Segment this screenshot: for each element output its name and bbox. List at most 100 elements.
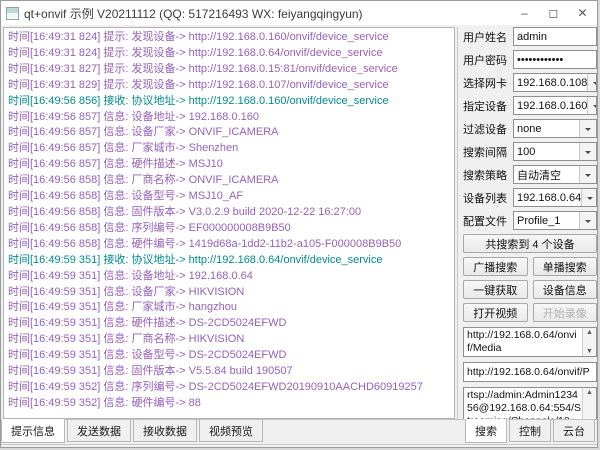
start-record-button[interactable]: 开始录像 (533, 303, 598, 322)
search-count-button[interactable]: 共搜索到 4 个设备 (463, 234, 597, 253)
media-url-text: http://192.168.0.64/onvif/Media (464, 328, 583, 355)
sidebar: 用户姓名 admin 用户密码 •••••••••••• 选择网卡 192.16… (463, 27, 597, 419)
ptz-url-text: http://192.168.0.64/onvif/PTZ (464, 363, 596, 382)
log-panel[interactable]: 时间[16:49:31 824] 提示: 发现设备-> http://192.1… (3, 27, 455, 419)
window-controls: – ◻ ✕ (510, 1, 597, 25)
form-row: 过滤设备 none (463, 119, 597, 138)
broadcast-search-button[interactable]: 广播搜索 (463, 257, 528, 276)
field-label: 过滤设备 (463, 121, 513, 137)
chevron-down-icon[interactable] (587, 97, 597, 114)
unicast-search-button[interactable]: 单播搜索 (533, 257, 598, 276)
field-label: 指定设备 (463, 98, 513, 114)
tab-receive-data[interactable]: 接收数据 (133, 420, 197, 442)
field-label: 搜索策略 (463, 167, 513, 183)
device-info-button[interactable]: 设备信息 (533, 280, 598, 299)
log-line: 时间[16:49:59 351] 信息: 厂商名称-> HIKVISION (8, 332, 454, 348)
main-area: 时间[16:49:31 824] 提示: 发现设备-> http://192.1… (1, 25, 597, 421)
tab-send-data[interactable]: 发送数据 (67, 420, 131, 442)
field-value: Profile_1 (514, 215, 579, 227)
search-interval-select[interactable]: 100 (513, 142, 597, 161)
media-url-box[interactable]: http://192.168.0.64/onvif/Media ▲ ▼ (463, 327, 597, 357)
form-fields: 用户姓名 admin 用户密码 •••••••••••• 选择网卡 192.16… (463, 27, 597, 234)
log-line: 时间[16:49:56 858] 信息: 序列编号-> EF000000008B… (8, 221, 454, 237)
field-label: 选择网卡 (463, 75, 513, 91)
log-line: 时间[16:49:59 351] 信息: 硬件描述-> DS-2CD5024EF… (8, 316, 454, 332)
form-row: 选择网卡 192.168.0.108 (463, 73, 597, 92)
field-value: •••••••••••• (514, 54, 596, 66)
field-value: 192.168.0.160 (514, 100, 587, 112)
profile-select[interactable]: Profile_1 (513, 211, 597, 230)
chevron-down-icon[interactable] (579, 143, 596, 160)
scroll-up-icon[interactable]: ▲ (586, 388, 593, 397)
device-list-select[interactable]: 192.168.0.64 (513, 188, 597, 207)
log-line: 时间[16:49:59 352] 信息: 序列编号-> DS-2CD5024EF… (8, 380, 454, 396)
minimize-icon[interactable]: – (510, 1, 539, 25)
chevron-down-icon[interactable] (579, 120, 596, 137)
field-value: 100 (514, 146, 579, 158)
tab-ptz[interactable]: 云台 (553, 420, 595, 442)
one-key-get-button[interactable]: 一键获取 (463, 280, 528, 299)
search-policy-select[interactable]: 自动清空 (513, 165, 597, 184)
tab-video-preview[interactable]: 视频预览 (199, 420, 263, 442)
log-line: 时间[16:49:31 829] 提示: 发现设备-> http://192.1… (8, 78, 454, 94)
log-line: 时间[16:49:56 858] 信息: 厂商名称-> ONVIF_ICAMER… (8, 173, 454, 189)
chevron-down-icon[interactable] (579, 166, 596, 183)
app-icon (6, 7, 19, 20)
chevron-down-icon[interactable] (587, 74, 597, 91)
app-window: qt+onvif 示例 V20211112 (QQ: 517216493 WX:… (0, 0, 598, 448)
splitter-handle[interactable] (457, 27, 462, 419)
chevron-down-icon[interactable] (579, 212, 596, 229)
target-device-select[interactable]: 192.168.0.160 (513, 96, 597, 115)
network-card-select[interactable]: 192.168.0.108 (513, 73, 597, 92)
field-value: 自动清空 (514, 167, 579, 183)
window-title: qt+onvif 示例 V20211112 (QQ: 517216493 WX:… (24, 5, 510, 22)
field-value: 192.168.0.108 (514, 77, 587, 89)
field-label: 用户密码 (463, 52, 513, 68)
form-row: 搜索间隔 100 (463, 142, 597, 161)
log-line: 时间[16:49:56 857] 信息: 设备厂家-> ONVIF_ICAMER… (8, 125, 454, 141)
scroll-down-icon[interactable]: ▼ (586, 347, 593, 356)
field-label: 搜索间隔 (463, 144, 513, 160)
log-line: 时间[16:49:31 824] 提示: 发现设备-> http://192.1… (8, 30, 454, 46)
action-buttons: 广播搜索单播搜索一键获取设备信息打开视频开始录像 (463, 257, 597, 322)
form-row: 搜索策略 自动清空 (463, 165, 597, 184)
bottom-divider (1, 444, 597, 445)
ptz-url-box[interactable]: http://192.168.0.64/onvif/PTZ (463, 362, 597, 382)
log-line: 时间[16:49:56 857] 信息: 硬件描述-> MSJ10 (8, 157, 454, 173)
field-value: 192.168.0.64 (514, 192, 581, 204)
field-label: 配置文件 (463, 213, 513, 229)
tab-control[interactable]: 控制 (509, 420, 551, 442)
field-label: 用户姓名 (463, 29, 513, 45)
chevron-down-icon[interactable] (581, 189, 597, 206)
media-url-scrollbar[interactable]: ▲ ▼ (582, 328, 596, 356)
form-row: 配置文件 Profile_1 (463, 211, 597, 230)
log-line: 时间[16:49:59 351] 信息: 厂家城市-> hangzhou (8, 300, 454, 316)
close-icon[interactable]: ✕ (568, 1, 597, 25)
log-line: 时间[16:49:56 857] 信息: 设备地址-> 192.168.0.16… (8, 110, 454, 126)
log-line: 时间[16:49:59 351] 信息: 设备型号-> DS-2CD5024EF… (8, 348, 454, 364)
field-value: admin (514, 31, 596, 43)
log-line: 时间[16:49:56 858] 信息: 设备型号-> MSJ10_AF (8, 189, 454, 205)
password-input[interactable]: •••••••••••• (513, 50, 597, 69)
log-line: 时间[16:49:59 351] 信息: 设备厂家-> HIKVISION (8, 285, 454, 301)
open-video-button[interactable]: 打开视频 (463, 303, 528, 322)
field-label: 设备列表 (463, 190, 513, 206)
field-value: none (514, 123, 579, 135)
log-line: 时间[16:49:59 351] 接收: 协议地址-> http://192.1… (8, 253, 454, 269)
log-line: 时间[16:49:56 857] 信息: 厂家城市-> Shenzhen (8, 141, 454, 157)
maximize-icon[interactable]: ◻ (539, 1, 568, 25)
log-line: 时间[16:49:56 858] 信息: 硬件编号-> 1419d68a-1dd… (8, 237, 454, 253)
log-line: 时间[16:49:56 858] 信息: 固件版本-> V3.0.2.9 bui… (8, 205, 454, 221)
filter-device-select[interactable]: none (513, 119, 597, 138)
log-line: 时间[16:49:59 352] 信息: 硬件编号-> 88 (8, 396, 454, 412)
tab-tip-info[interactable]: 提示信息 (1, 419, 65, 443)
tab-search[interactable]: 搜索 (465, 419, 507, 443)
log-line: 时间[16:49:56 856] 接收: 协议地址-> http://192.1… (8, 94, 454, 110)
log-line: 时间[16:49:31 824] 提示: 发现设备-> http://192.1… (8, 46, 454, 62)
username-input[interactable]: admin (513, 27, 597, 46)
log-line: 时间[16:49:31 827] 提示: 发现设备-> http://192.1… (8, 62, 454, 78)
scroll-up-icon[interactable]: ▲ (586, 328, 593, 337)
form-row: 用户密码 •••••••••••• (463, 50, 597, 69)
log-line: 时间[16:49:59 351] 信息: 固件版本-> V5.5.84 buil… (8, 364, 454, 380)
form-row: 设备列表 192.168.0.64 (463, 188, 597, 207)
